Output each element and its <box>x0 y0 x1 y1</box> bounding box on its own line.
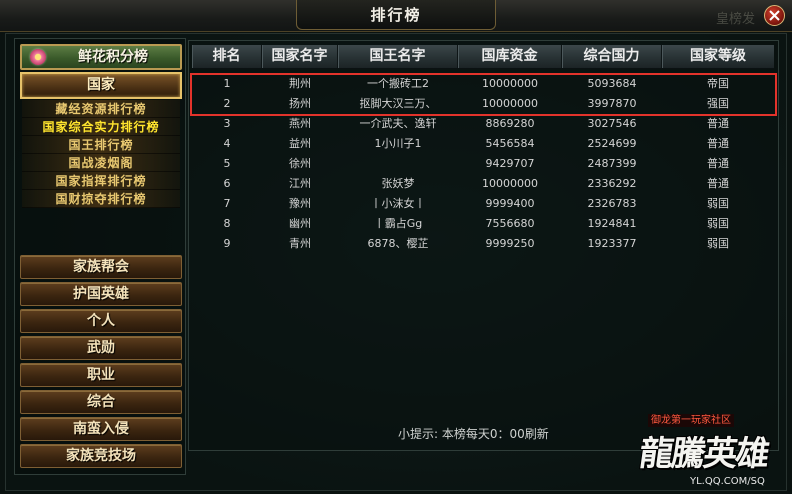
country-level-cell: 普通 <box>707 177 729 190</box>
top-two-highlight-box <box>190 73 777 116</box>
flower-icon <box>30 49 46 65</box>
king-name-cell: 6878、樱芷 <box>367 237 429 250</box>
country-name-cell: 幽州 <box>289 217 311 230</box>
column-header-power: 综合国力 <box>562 45 662 68</box>
category-personal-button[interactable]: 个人 <box>20 309 182 333</box>
national-power-cell: 1923377 <box>587 237 637 250</box>
rank-cell: 3 <box>223 117 231 130</box>
category-guardian-heroes-button[interactable]: 护国英雄 <box>20 282 182 306</box>
country-name-cell: 青州 <box>289 237 311 250</box>
country-submenu: 藏经资源排行榜 国家综合实力排行榜 国王排行榜 国战凌烟阁 国家指挥排行榜 国财… <box>22 100 180 208</box>
title-bar: 皇榜发 排行榜 <box>0 0 792 32</box>
table-row[interactable]: 3 燕州 一介武夫、逸轩 8869280 3027546 普通 <box>192 114 774 134</box>
treasury-cell: 9429707 <box>485 157 535 170</box>
king-name-cell: 一介武夫、逸轩 <box>359 117 437 130</box>
rank-cell: 4 <box>223 137 231 150</box>
category-overall-button[interactable]: 综合 <box>20 390 182 414</box>
category-southern-invasion-button[interactable]: 南蛮入侵 <box>20 417 182 441</box>
table-row[interactable]: 9 青州 6878、樱芷 9999250 1923377 弱国 <box>192 234 774 254</box>
table-row[interactable]: 5 徐州 9429707 2487399 普通 <box>192 154 774 174</box>
rank-cell: 5 <box>223 157 231 170</box>
rank-cell: 7 <box>223 197 231 210</box>
national-power-cell: 3027546 <box>587 117 637 130</box>
king-name-cell: 丨霸占Gg <box>373 217 423 230</box>
treasury-cell: 9999400 <box>485 197 535 210</box>
table-row[interactable]: 7 豫州 丨小沫女丨 9999400 2326783 弱国 <box>192 194 774 214</box>
category-list: 家族帮会 护国英雄 个人 武勋 职业 综合 南蛮入侵 家族竞技场 <box>20 255 182 471</box>
close-button[interactable] <box>764 5 785 26</box>
category-country-label: 国家 <box>87 77 115 93</box>
country-level-cell: 弱国 <box>707 217 729 230</box>
close-icon <box>769 10 780 21</box>
category-country-button[interactable]: 国家 <box>20 72 182 99</box>
logo-url: YL.QQ.COM/SQ <box>690 476 765 487</box>
national-power-cell: 1924841 <box>587 217 637 230</box>
king-name-cell <box>338 154 458 174</box>
background-title-fragment: 皇榜发 <box>716 12 756 27</box>
national-power-cell: 2524699 <box>587 137 637 150</box>
submenu-item-commander-ranking[interactable]: 国家指挥排行榜 <box>22 172 180 190</box>
category-merit-button[interactable]: 武勋 <box>20 336 182 360</box>
treasury-cell: 10000000 <box>482 177 538 190</box>
column-header-country: 国家名字 <box>262 45 338 68</box>
column-header-king: 国王名字 <box>338 45 458 68</box>
category-profession-button[interactable]: 职业 <box>20 363 182 387</box>
category-family-guild-button[interactable]: 家族帮会 <box>20 255 182 279</box>
flower-ranking-button[interactable]: 鲜花积分榜 <box>20 44 182 70</box>
country-name-cell: 豫州 <box>289 197 311 210</box>
country-level-cell: 弱国 <box>707 237 729 250</box>
treasury-cell: 9999250 <box>485 237 535 250</box>
rank-cell: 9 <box>223 237 231 250</box>
column-header-treasury: 国库资金 <box>458 45 562 68</box>
community-logo: 御龙第一玩家社区 龍騰英雄 YL.QQ.COM/SQ <box>636 412 786 492</box>
king-name-cell: 张妖梦 <box>381 177 415 190</box>
treasury-cell: 8869280 <box>485 117 535 130</box>
country-level-cell: 普通 <box>707 137 729 150</box>
table-row[interactable]: 6 江州 张妖梦 10000000 2336292 普通 <box>192 174 774 194</box>
country-level-cell: 普通 <box>707 157 729 170</box>
country-level-cell: 普通 <box>707 117 729 130</box>
national-power-cell: 2326783 <box>587 197 637 210</box>
table-header: 排名 国家名字 国王名字 国库资金 综合国力 国家等级 <box>192 45 774 69</box>
country-name-cell: 燕州 <box>289 117 311 130</box>
category-family-arena-button[interactable]: 家族竞技场 <box>20 444 182 468</box>
country-name-cell: 江州 <box>289 177 311 190</box>
column-header-rank: 排名 <box>192 45 262 68</box>
rank-cell: 8 <box>223 217 231 230</box>
table-row[interactable]: 8 幽州 丨霸占Gg 7556680 1924841 弱国 <box>192 214 774 234</box>
table-row[interactable]: 4 益州 1小川子1 5456584 2524699 普通 <box>192 134 774 154</box>
country-name-cell: 益州 <box>289 137 311 150</box>
submenu-item-king-ranking[interactable]: 国王排行榜 <box>22 136 180 154</box>
submenu-item-country-strength[interactable]: 国家综合实力排行榜 <box>22 118 180 136</box>
king-name-cell: 丨小沫女丨 <box>370 197 426 210</box>
logo-title: 龍騰英雄 <box>636 434 771 474</box>
country-name-cell: 徐州 <box>289 157 311 170</box>
refresh-tip: 小提示: 本榜每天0：00刷新 <box>398 427 549 441</box>
treasury-cell: 5456584 <box>485 137 535 150</box>
treasury-cell: 7556680 <box>485 217 535 230</box>
national-power-cell: 2336292 <box>587 177 637 190</box>
rank-cell: 6 <box>223 177 231 190</box>
national-power-cell: 2487399 <box>587 157 637 170</box>
country-level-cell: 弱国 <box>707 197 729 210</box>
king-name-cell: 1小川子1 <box>374 137 422 150</box>
submenu-item-plunder-ranking[interactable]: 国财掠夺排行榜 <box>22 190 180 208</box>
submenu-item-scripture-resources[interactable]: 藏经资源排行榜 <box>22 100 180 118</box>
flower-ranking-label: 鲜花积分榜 <box>78 49 148 65</box>
submenu-item-war-hall[interactable]: 国战凌烟阁 <box>22 154 180 172</box>
column-header-level: 国家等级 <box>662 45 774 68</box>
title-plate: 排行榜 <box>296 0 496 30</box>
window-title: 排行榜 <box>370 6 422 24</box>
